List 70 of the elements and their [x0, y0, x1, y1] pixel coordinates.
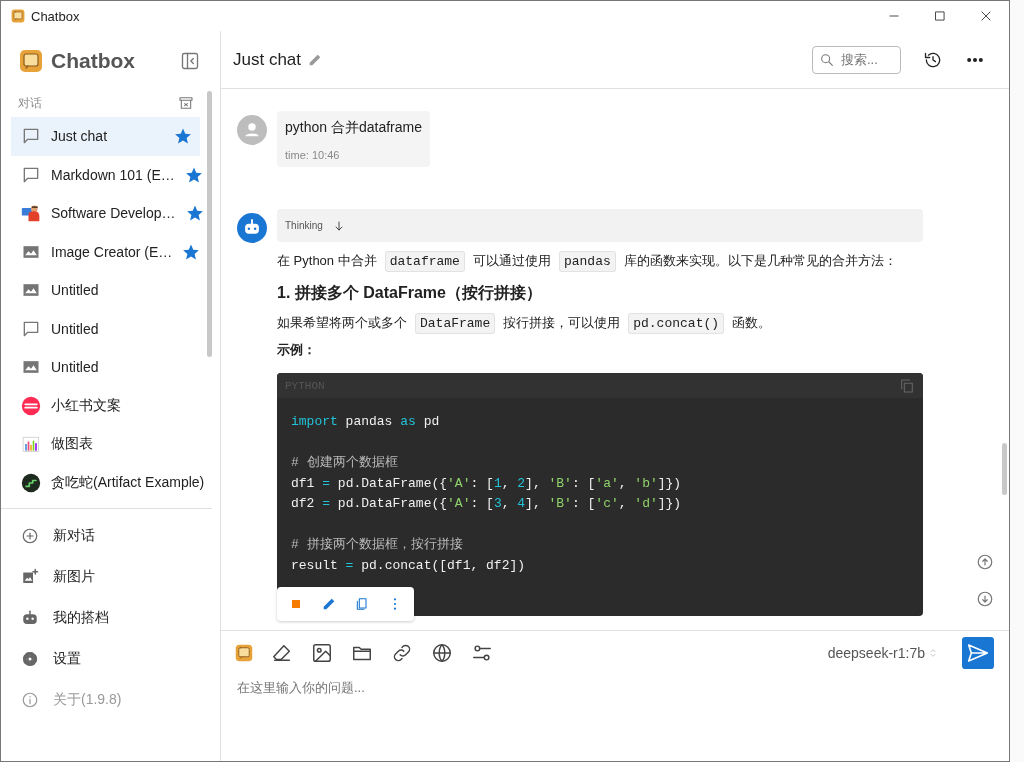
- send-button[interactable]: [962, 637, 994, 669]
- copy-icon[interactable]: [354, 596, 370, 612]
- code-line: result = pd.concat([df1, df2]): [291, 556, 526, 575]
- thinking-toggle[interactable]: Thinking: [277, 209, 923, 242]
- message-text: python 合并dataframe: [285, 119, 422, 137]
- settings-sliders-icon[interactable]: [471, 642, 493, 664]
- session-item[interactable]: Untitled: [11, 271, 200, 310]
- snake-game-icon: [21, 472, 41, 493]
- message-time: time: 10:46: [285, 149, 341, 161]
- inline-code: pandas: [558, 251, 616, 272]
- search-field[interactable]: 搜索...: [812, 45, 901, 74]
- archive-icon[interactable]: [178, 95, 194, 111]
- collapse-sidebar-icon[interactable]: [180, 51, 200, 71]
- search-icon: [819, 51, 835, 68]
- session-item[interactable]: Image Creator (E…: [11, 232, 200, 271]
- app-badge-icon: [21, 395, 41, 416]
- settings-icon: [21, 649, 39, 668]
- example-label: 示例：: [277, 341, 317, 359]
- model-selector[interactable]: deepseek-r1:7b: [827, 645, 938, 661]
- window-title: Chatbox: [31, 8, 80, 24]
- paragraph-text: 如果希望将两个或多个: [277, 315, 407, 330]
- globe-icon[interactable]: [431, 642, 453, 664]
- session-item[interactable]: Markdown 101 (E…: [11, 155, 200, 194]
- section-label: 对话: [18, 94, 42, 112]
- sort-icon: [928, 647, 938, 659]
- code-line: df2 = pd.DataFrame({'A': [3, 4], 'B': ['c', 'd']}): [291, 495, 682, 513]
- scroll-down-icon[interactable]: [976, 590, 994, 608]
- menu-item[interactable]: 设置: [1, 638, 220, 679]
- session-item[interactable]: Untitled: [11, 309, 200, 348]
- add-circle-icon: [21, 526, 39, 545]
- app-logo-icon: [19, 49, 43, 73]
- app-name: Chatbox: [51, 49, 136, 73]
- image-icon[interactable]: [311, 642, 333, 664]
- session-item[interactable]: Untitled: [11, 348, 200, 387]
- robot-icon: [21, 608, 39, 627]
- session-item[interactable]: 小红书文案: [11, 386, 200, 425]
- link-icon[interactable]: [391, 642, 413, 664]
- edit-icon[interactable]: [321, 596, 337, 612]
- eraser-icon[interactable]: [271, 642, 293, 664]
- session-item[interactable]: Software Develop…: [11, 194, 200, 233]
- avatar-icon: [21, 203, 41, 224]
- menu-item[interactable]: 新对话: [1, 515, 220, 556]
- paragraph-text: 按行拼接，可以使用: [503, 315, 621, 330]
- session-item[interactable]: Just chat: [11, 117, 200, 156]
- inline-code: DataFrame: [415, 313, 496, 334]
- paragraph-text: 库的函数来实现。以下是几种常见的合并方法：: [623, 253, 897, 268]
- paragraph-text: 函数。: [732, 315, 772, 330]
- menu-item[interactable]: 我的搭档: [1, 597, 220, 638]
- scrollbar[interactable]: [1002, 443, 1007, 495]
- add-image-icon: [21, 567, 39, 586]
- bar-chart-icon: [21, 434, 41, 455]
- inline-code: pd.concat(): [628, 313, 725, 334]
- code-line: import pandas as pd: [291, 413, 440, 431]
- menu-item[interactable]: 新图片: [1, 556, 220, 597]
- assistant-avatar-icon: [237, 213, 267, 243]
- scrollbar[interactable]: [207, 91, 212, 357]
- paragraph-text: 可以通过使用: [472, 253, 551, 268]
- info-icon: [21, 690, 39, 709]
- inline-code: dataframe: [384, 251, 465, 272]
- scroll-up-icon[interactable]: [976, 553, 994, 571]
- session-item[interactable]: 做图表: [11, 425, 200, 464]
- code-line: df1 = pd.DataFrame({'A': [1, 2], 'B': ['a', 'b']}): [291, 474, 682, 493]
- user-avatar-icon: [237, 115, 267, 145]
- chat-title: Just chat: [233, 49, 302, 70]
- section-heading: 1. 拼接多个 DataFrame（按行拼接）: [277, 283, 543, 303]
- app-logo-icon[interactable]: [235, 644, 253, 662]
- code-line: # 创建两个数据框: [291, 454, 398, 472]
- paragraph-text: 在 Python 中合并: [277, 253, 377, 268]
- code-line: # 拼接两个数据框，按行拼接: [291, 536, 463, 554]
- app-logo-icon: [11, 9, 25, 23]
